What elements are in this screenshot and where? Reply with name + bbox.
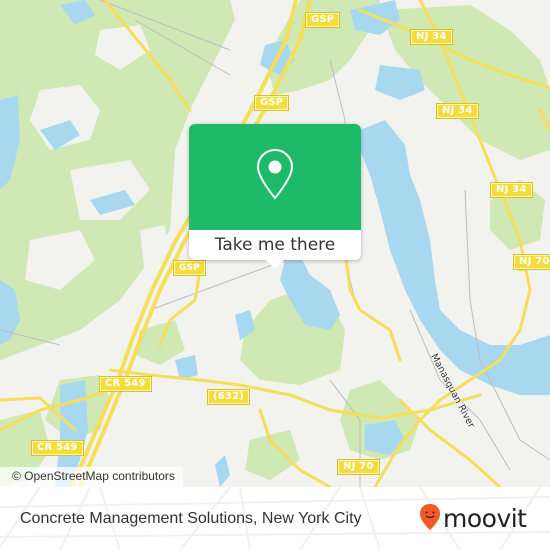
road-shield-nj70: NJ 70 [337,459,380,475]
road-shield-nj34: NJ 34 [490,182,533,198]
map-view[interactable]: GSP GSP GSP NJ 34 NJ 34 NJ 34 NJ 70 NJ 7… [0,0,550,487]
destination-popup: Take me there [189,124,361,269]
place-title: Concrete Management Solutions, New York … [20,510,362,527]
road-shield-gsp: GSP [304,12,341,28]
map-attribution[interactable]: © OpenStreetMap contributors [0,467,183,487]
location-pin-icon [255,148,295,206]
road-shield-632: (632) [206,389,251,405]
popup-header [189,124,361,230]
road-shield-nj70: NJ 70 [513,254,550,270]
road-shield-gsp: GSP [172,260,207,276]
moovit-pin-smiley-icon [419,503,441,535]
take-me-there-button[interactable]: Take me there [189,230,361,260]
road-shield-gsp: GSP [253,95,290,111]
footer-bar: Concrete Management Solutions, New York … [0,487,550,550]
road-shield-cr549: CR 549 [99,376,152,392]
road-shield-nj34: NJ 34 [410,29,453,45]
popup-pointer [265,259,285,269]
road-shield-cr549: CR 549 [31,440,84,456]
moovit-logo[interactable]: moovit [419,503,527,535]
moovit-wordmark: moovit [443,504,527,533]
road-shield-nj34: NJ 34 [436,103,479,119]
